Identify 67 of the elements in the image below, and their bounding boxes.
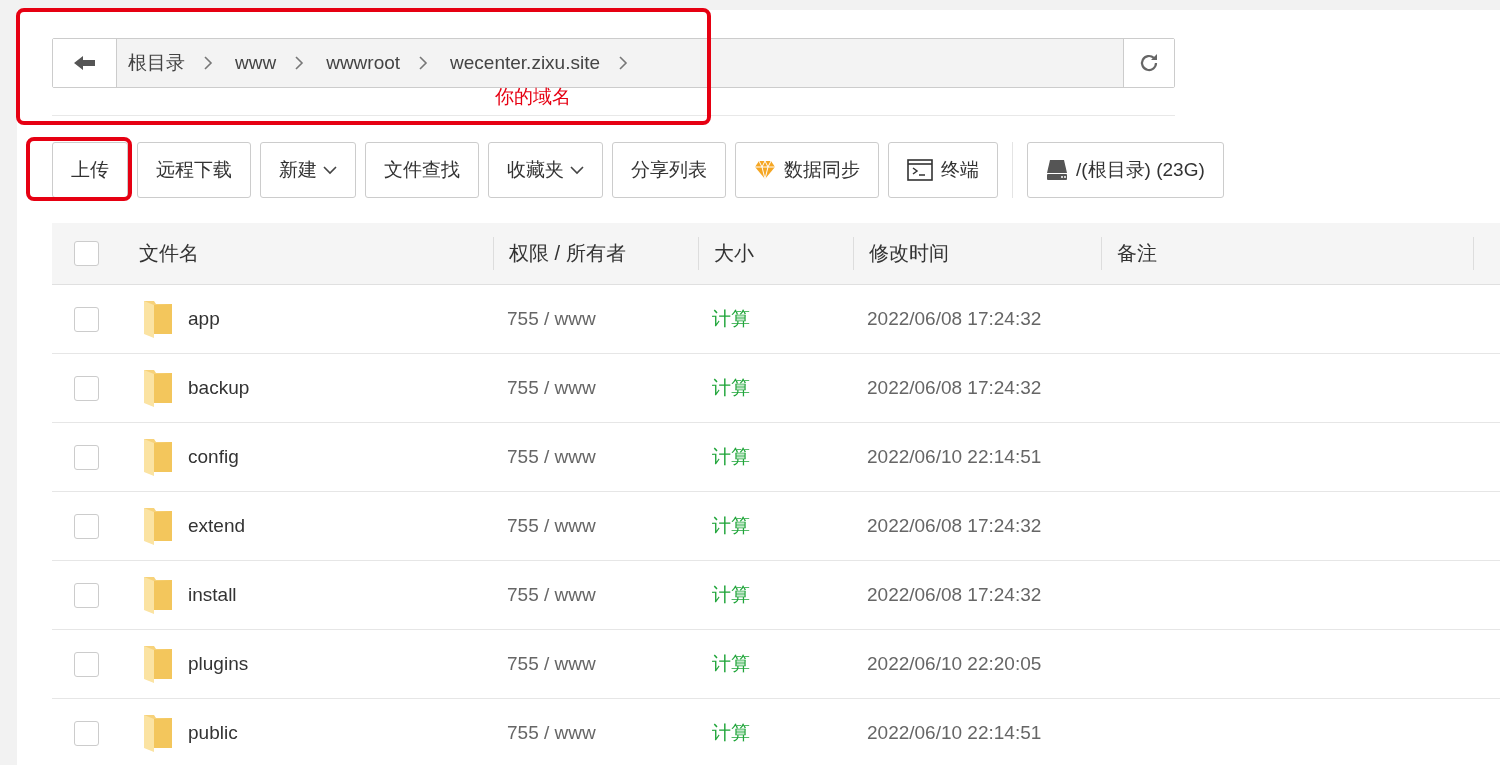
file-name[interactable]: config <box>188 446 239 468</box>
terminal-icon <box>907 159 933 181</box>
toolbar-button[interactable]: 收藏夹 <box>488 142 603 198</box>
table-cell: 755 / www <box>507 308 596 330</box>
chevron-right-icon <box>203 56 213 70</box>
back-button[interactable] <box>53 39 117 87</box>
caret-icon <box>323 165 337 175</box>
chevron-right-icon <box>618 56 629 70</box>
caret-icon <box>570 165 584 175</box>
breadcrumb-link[interactable]: wwwroot <box>326 52 401 74</box>
row-checkbox[interactable] <box>73 375 99 401</box>
file-name[interactable]: extend <box>188 515 246 537</box>
toolbar-button[interactable]: 新建 <box>260 142 356 198</box>
refresh-button[interactable] <box>1123 39 1174 87</box>
folder-icon <box>142 299 174 339</box>
table-cell: 2022/06/10 22:14:51 <box>867 722 1042 744</box>
column-header[interactable]: 文件名 <box>139 240 199 267</box>
select-all-checkbox[interactable] <box>73 241 99 266</box>
table-cell: 2022/06/10 22:20:05 <box>867 653 1042 675</box>
toolbar-button[interactable]: 上传 <box>52 142 128 198</box>
row-checkbox[interactable] <box>73 444 99 470</box>
table-cell: 2022/06/08 17:24:32 <box>867 515 1042 537</box>
table-cell: 2022/06/08 17:24:32 <box>867 377 1042 399</box>
table-cell: 755 / www <box>507 653 596 675</box>
toolbar-button[interactable]: 远程下载 <box>137 142 251 198</box>
folder-icon <box>142 437 174 477</box>
table-cell: 755 / www <box>507 584 596 606</box>
table-cell: 755 / www <box>507 446 596 468</box>
column-header[interactable]: 修改时间 <box>869 240 949 267</box>
diamond-icon <box>754 160 776 180</box>
column-header[interactable]: 权限 / 所有者 <box>509 240 626 267</box>
table-cell: 2022/06/08 17:24:32 <box>867 584 1042 606</box>
breadcrumb-link[interactable]: 根目录 <box>128 50 185 76</box>
table-cell: 2022/06/10 22:14:51 <box>867 446 1042 468</box>
row-checkbox[interactable] <box>73 582 99 608</box>
column-header[interactable]: 备注 <box>1117 240 1157 267</box>
file-name[interactable]: install <box>188 584 237 606</box>
annotation-text: 你的域名 <box>495 85 571 109</box>
disk-drive-icon <box>1046 159 1068 181</box>
breadcrumb-link[interactable]: www <box>235 52 277 74</box>
toolbar-button[interactable]: 分享列表 <box>612 142 726 198</box>
file-name[interactable]: app <box>188 308 220 330</box>
file-name[interactable]: public <box>188 722 238 744</box>
row-checkbox[interactable] <box>73 720 99 746</box>
table-cell: 755 / www <box>507 515 596 537</box>
row-checkbox[interactable] <box>73 513 99 539</box>
back-arrow-icon <box>73 55 96 71</box>
folder-icon <box>142 713 174 753</box>
file-name[interactable]: backup <box>188 377 250 399</box>
column-header[interactable]: 大小 <box>714 240 754 267</box>
toolbar-button[interactable]: 数据同步 <box>735 142 879 198</box>
row-checkbox[interactable] <box>73 306 99 332</box>
toolbar-button[interactable]: 终端 <box>888 142 998 198</box>
disk-button[interactable]: /(根目录) (23G) <box>1027 142 1224 198</box>
table-cell: 2022/06/08 17:24:32 <box>867 308 1042 330</box>
chevron-right-icon <box>294 56 305 70</box>
chevron-right-icon <box>418 56 429 70</box>
folder-icon <box>142 368 174 408</box>
folder-icon <box>142 575 174 615</box>
table-cell: 755 / www <box>507 377 596 399</box>
folder-icon <box>142 644 174 684</box>
folder-icon <box>142 506 174 546</box>
table-cell: 755 / www <box>507 722 596 744</box>
breadcrumb-link[interactable]: wecenter.zixu.site <box>450 52 601 74</box>
toolbar-button[interactable]: 文件查找 <box>365 142 479 198</box>
row-checkbox[interactable] <box>73 651 99 677</box>
file-name[interactable]: plugins <box>188 653 249 675</box>
